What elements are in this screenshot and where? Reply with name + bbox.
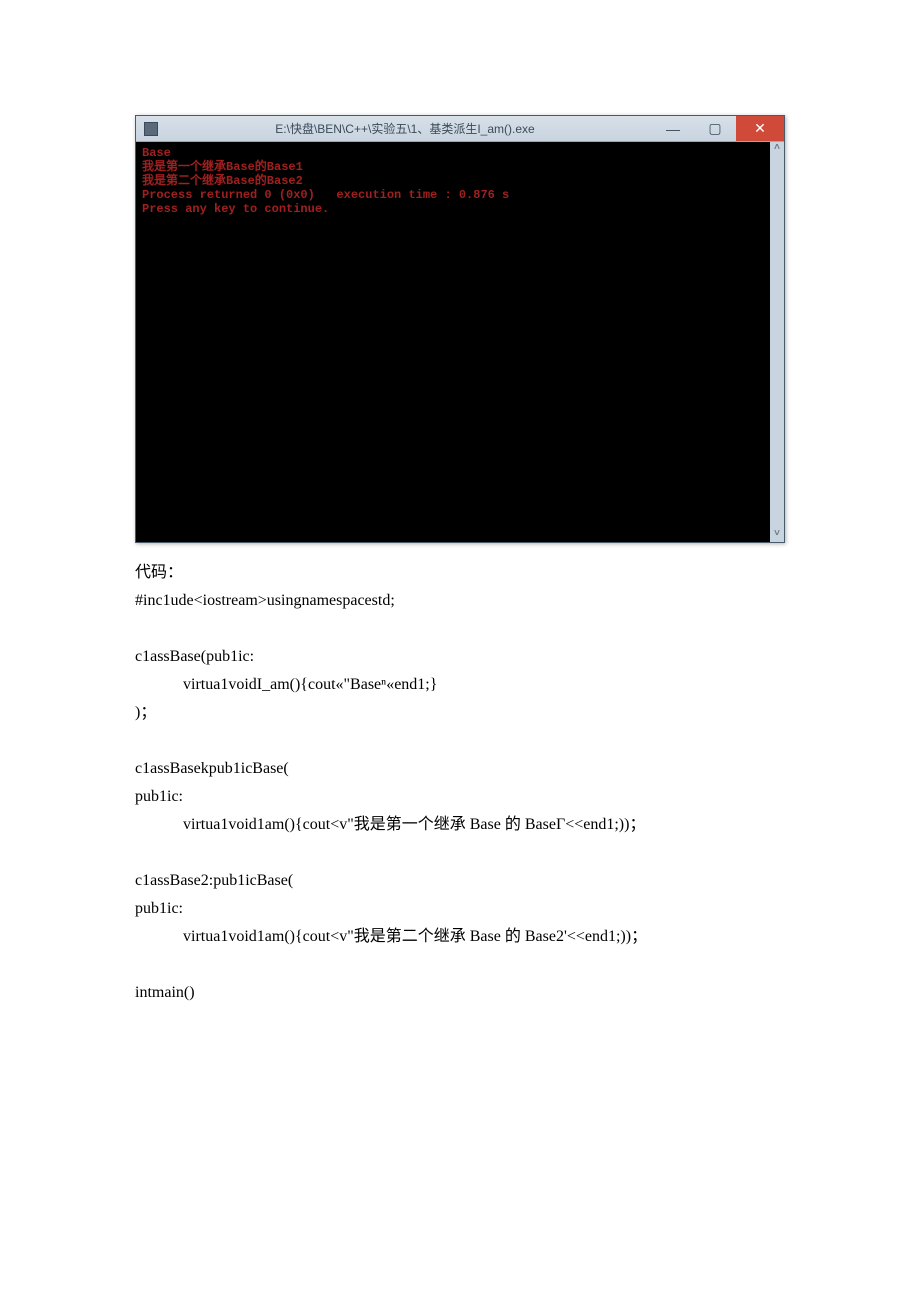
document-page: E:\快盘\BEN\C++\实验五\1、基类派生I_am().exe — ▢ ✕… <box>0 0 920 1107</box>
scroll-up-icon[interactable]: ˄ <box>770 142 784 156</box>
code-line: )； <box>135 699 785 727</box>
window-title: E:\快盘\BEN\C++\实验五\1、基类派生I_am().exe <box>158 120 652 137</box>
code-line: pub1ic: <box>135 895 785 923</box>
blank-line <box>135 839 785 867</box>
code-line: pub1ic: <box>135 783 785 811</box>
console-line: Base <box>142 146 778 160</box>
console-output: Base 我是第一个继承Base的Base1 我是第二个继承Base的Base2… <box>136 142 784 542</box>
code-line: c1assBase(pub1ic: <box>135 643 785 671</box>
code-line: virtua1void1am(){cout<v"我是第二个继承 Base 的 B… <box>135 923 785 951</box>
close-button[interactable]: ✕ <box>736 116 784 141</box>
blank-line <box>135 727 785 755</box>
console-line: Press any key to continue. <box>142 202 778 216</box>
code-section: 代码： #inc1ude<iostream>usingnamespacestd;… <box>135 559 785 1007</box>
code-label: 代码： <box>135 559 785 587</box>
maximize-button[interactable]: ▢ <box>694 116 736 141</box>
console-line: 我是第一个继承Base的Base1 <box>142 160 778 174</box>
code-line: #inc1ude<iostream>usingnamespacestd; <box>135 587 785 615</box>
blank-line <box>135 615 785 643</box>
code-line: virtua1voidI_am(){cout«"Baseⁿ«end1;} <box>135 671 785 699</box>
console-line: 我是第二个继承Base的Base2 <box>142 174 778 188</box>
window-controls: — ▢ ✕ <box>652 116 784 141</box>
code-line: intmain() <box>135 979 785 1007</box>
scroll-down-icon[interactable]: ˅ <box>770 528 784 542</box>
title-bar: E:\快盘\BEN\C++\实验五\1、基类派生I_am().exe — ▢ ✕ <box>136 116 784 142</box>
code-line: c1assBase2:pub1icBase( <box>135 867 785 895</box>
blank-line <box>135 951 785 979</box>
scrollbar[interactable]: ˄ ˅ <box>770 142 784 542</box>
console-window: E:\快盘\BEN\C++\实验五\1、基类派生I_am().exe — ▢ ✕… <box>135 115 785 543</box>
code-line: c1assBasekpub1icBase( <box>135 755 785 783</box>
code-line: virtua1void1am(){cout<v"我是第一个继承 Base 的 B… <box>135 811 785 839</box>
minimize-button[interactable]: — <box>652 116 694 141</box>
console-line: Process returned 0 (0x0) execution time … <box>142 188 778 202</box>
window-icon <box>144 122 158 136</box>
